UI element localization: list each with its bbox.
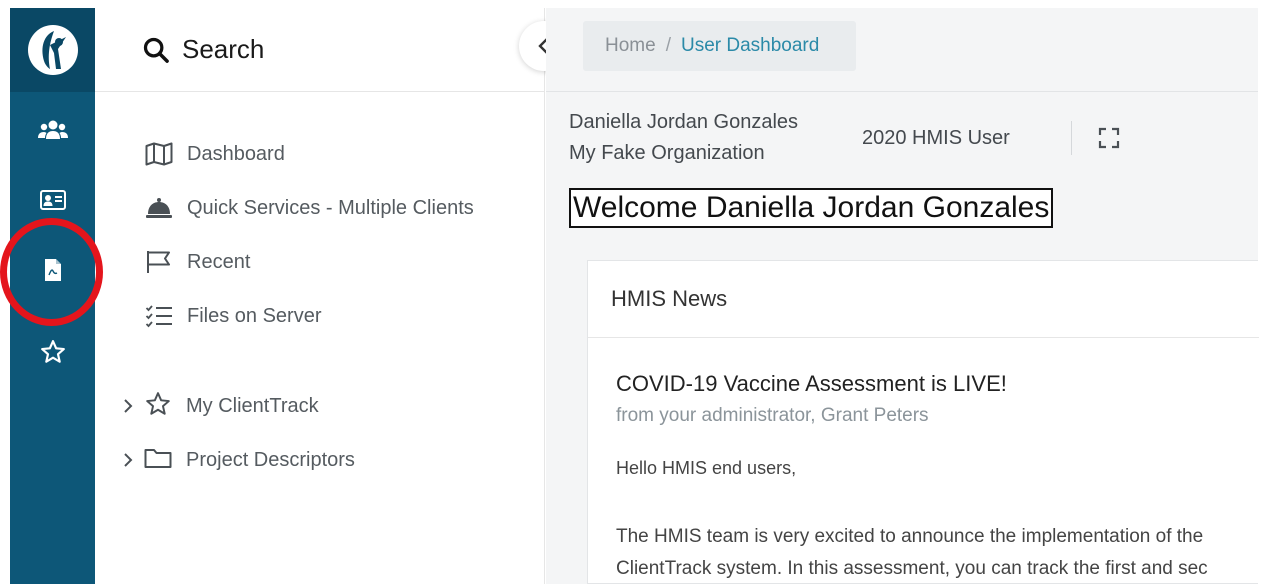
welcome-heading: Welcome Daniella Jordan Gonzales — [569, 188, 1054, 228]
folder-icon — [144, 446, 172, 475]
nav-item-dashboard[interactable]: Dashboard — [145, 139, 285, 169]
nav-item-label: Recent — [187, 250, 251, 273]
map-icon — [145, 142, 173, 166]
breadcrumb-current: User Dashboard — [680, 35, 820, 56]
nav-item-quick-services[interactable]: Quick Services - Multiple Clients — [145, 193, 474, 223]
main-content: Home / User Dashboard Daniella Jordan Go… — [546, 8, 1259, 584]
menu-search[interactable]: Search — [95, 8, 545, 92]
header-divider — [546, 91, 1258, 92]
nav-item-label: Dashboard — [187, 142, 285, 165]
tree-item-label: My ClientTrack — [186, 394, 319, 417]
news-body-line: ClientTrack system. In this assessment, … — [616, 558, 1208, 579]
breadcrumb-home-link[interactable]: Home — [605, 35, 656, 57]
nav-item-label: Quick Services - Multiple Clients — [187, 196, 474, 219]
service-bell-icon — [146, 198, 172, 218]
chevron-right-icon[interactable] — [122, 398, 136, 414]
user-role[interactable]: 2020 HMIS User — [862, 127, 1010, 150]
user-organization: My Fake Organization — [569, 142, 765, 164]
tree-item-label: Project Descriptors — [186, 448, 355, 471]
side-menu: Search Dashboard Quick Services - Multip… — [95, 8, 545, 584]
news-card: HMIS News COVID-19 Vaccine Assessment is… — [587, 260, 1259, 584]
news-body-line: The HMIS team is very excited to announc… — [616, 526, 1204, 547]
news-card-header: HMIS News — [588, 261, 1259, 338]
news-item-author: from your administrator, Grant Peters — [616, 405, 929, 426]
nav-item-label: Files on Server — [187, 304, 322, 327]
chevron-right-icon[interactable] — [122, 452, 136, 468]
search-icon — [143, 37, 169, 63]
news-item-title: COVID-19 Vaccine Assessment is LIVE! — [616, 371, 1007, 396]
annotation-ring — [0, 218, 103, 326]
id-card-icon[interactable] — [10, 178, 95, 222]
tree-item-my-clienttrack[interactable]: My ClientTrack — [122, 391, 319, 421]
star-outline-icon — [144, 391, 172, 422]
search-label: Search — [182, 34, 265, 64]
nav-item-files-on-server[interactable]: Files on Server — [145, 301, 322, 331]
fullscreen-icon[interactable] — [1098, 127, 1120, 154]
logo-icon — [27, 25, 78, 75]
app-logo[interactable] — [10, 8, 95, 92]
user-name: Daniella Jordan Gonzales — [569, 111, 799, 133]
tree-item-project-descriptors[interactable]: Project Descriptors — [122, 445, 355, 475]
checklist-icon — [145, 305, 172, 328]
breadcrumb: Home / User Dashboard — [583, 21, 856, 71]
news-item-body: The HMIS team is very excited to announc… — [616, 521, 1259, 584]
nav-item-recent[interactable]: Recent — [145, 247, 250, 277]
news-item-greeting: Hello HMIS end users, — [616, 458, 797, 478]
users-icon[interactable] — [10, 108, 95, 152]
breadcrumb-separator: / — [665, 35, 671, 56]
star-icon[interactable] — [10, 330, 95, 374]
news-card-title: HMIS News — [611, 286, 728, 311]
header-separator — [1071, 121, 1072, 155]
flag-icon — [147, 251, 170, 273]
